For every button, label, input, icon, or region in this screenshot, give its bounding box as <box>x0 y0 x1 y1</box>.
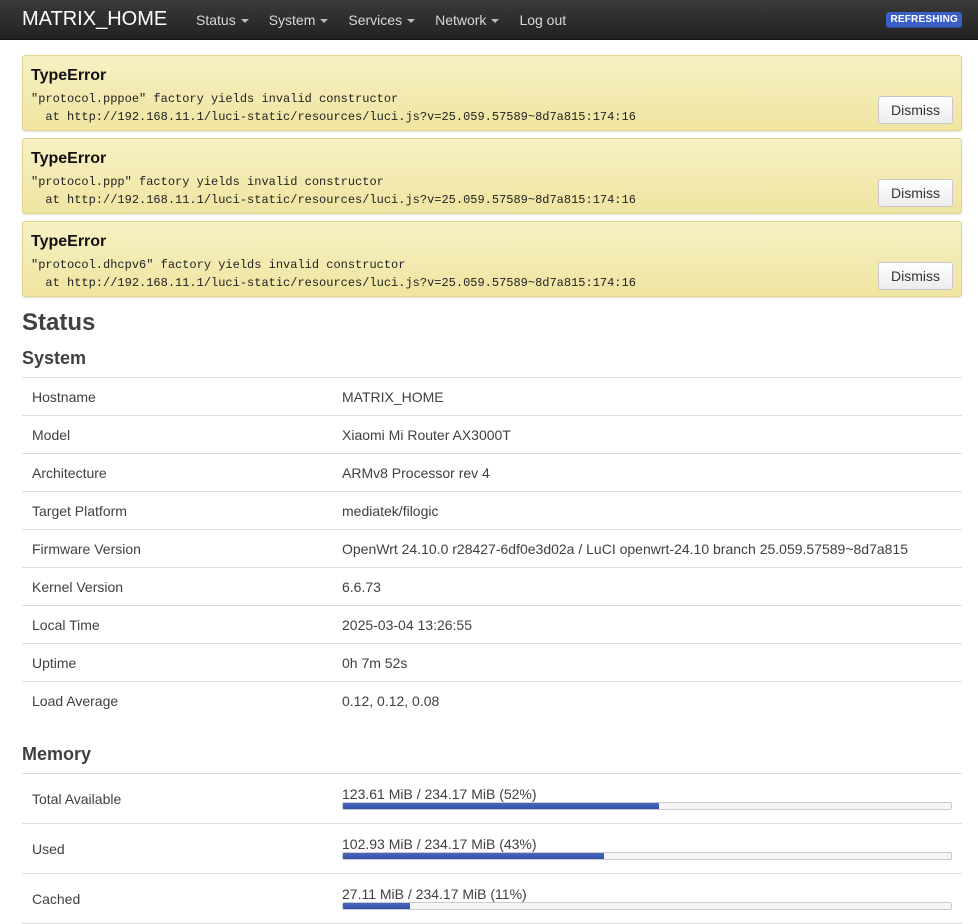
table-row: Uptime 0h 7m 52s <box>22 644 962 682</box>
alert-trace-line: at http://192.168.11.1/luci-static/resou… <box>31 276 636 290</box>
memory-table: Total Available 123.61 MiB / 234.17 MiB … <box>22 773 962 924</box>
row-key: Architecture <box>32 465 107 481</box>
alert-message-line: "protocol.ppp" factory yields invalid co… <box>31 175 384 189</box>
row-key: Model <box>32 427 71 443</box>
menu-network-label: Network <box>435 12 487 28</box>
brand-link[interactable]: MATRIX_HOME <box>22 7 167 31</box>
table-row: Cached 27.11 MiB / 234.17 MiB (11%) <box>22 874 962 924</box>
memory-usage-text: 27.11 MiB / 234.17 MiB (11%) <box>342 886 527 902</box>
menu-services-label: Services <box>348 12 403 28</box>
row-key: Kernel Version <box>32 579 124 595</box>
alert-trace-line: at http://192.168.11.1/luci-static/resou… <box>31 110 636 124</box>
table-row: Model Xiaomi Mi Router AX3000T <box>22 416 962 454</box>
memory-progress-bar <box>342 802 952 810</box>
system-table: Hostname MATRIX_HOME Model Xiaomi Mi Rou… <box>22 377 962 720</box>
main-menu: Status System Services Network Log out <box>186 0 576 40</box>
row-key: Load Average <box>32 693 119 709</box>
table-row: Load Average 0.12, 0.12, 0.08 <box>22 682 962 720</box>
dismiss-button[interactable]: Dismiss <box>878 262 953 290</box>
row-value: mediatek/filogic <box>342 503 439 519</box>
table-row: Kernel Version 6.6.73 <box>22 568 962 606</box>
alert-title: TypeError <box>31 150 107 167</box>
memory-section-title: Memory <box>22 744 92 764</box>
alert-message: "protocol.pppoe" factory yields invalid … <box>31 90 636 126</box>
row-key: Uptime <box>32 655 77 671</box>
dismiss-button[interactable]: Dismiss <box>878 179 953 207</box>
memory-usage-text: 102.93 MiB / 234.17 MiB (43%) <box>342 836 537 852</box>
row-value: 0.12, 0.12, 0.08 <box>342 693 440 709</box>
row-value: Xiaomi Mi Router AX3000T <box>342 427 511 443</box>
table-row: Total Available 123.61 MiB / 234.17 MiB … <box>22 774 962 824</box>
menu-network[interactable]: Network <box>425 0 509 40</box>
row-value: OpenWrt 24.10.0 r28427-6df0e3d02a / LuCI… <box>342 541 909 557</box>
memory-progress-fill <box>343 903 410 909</box>
menu-status[interactable]: Status <box>186 0 259 40</box>
row-value: 0h 7m 52s <box>342 655 408 671</box>
row-key: Target Platform <box>32 503 127 519</box>
alert-message: "protocol.ppp" factory yields invalid co… <box>31 173 636 209</box>
memory-progress-bar <box>342 902 952 910</box>
table-row: Target Platform mediatek/filogic <box>22 492 962 530</box>
menu-system-label: System <box>268 12 316 28</box>
menu-status-label: Status <box>196 12 236 28</box>
memory-usage-text: 123.61 MiB / 234.17 MiB (52%) <box>342 786 537 802</box>
refreshing-badge[interactable]: REFRESHING <box>886 12 962 28</box>
menu-logout[interactable]: Log out <box>509 0 576 40</box>
memory-progress-fill <box>343 853 605 859</box>
row-key: Used <box>32 841 65 857</box>
caret-down-icon <box>407 19 416 23</box>
alert-message-line: "protocol.pppoe" factory yields invalid … <box>31 92 399 106</box>
alert-message-line: "protocol.dhcpv6" factory yields invalid… <box>31 258 406 272</box>
row-value: 2025-03-04 13:26:55 <box>342 617 472 633</box>
row-value: MATRIX_HOME <box>342 389 444 405</box>
dismiss-button[interactable]: Dismiss <box>878 96 953 124</box>
menu-services[interactable]: Services <box>338 0 425 40</box>
alert-title: TypeError <box>31 233 107 250</box>
system-section-title: System <box>22 348 87 368</box>
error-alert: TypeError "protocol.dhcpv6" factory yiel… <box>22 221 962 297</box>
row-key: Hostname <box>32 389 96 405</box>
row-key: Cached <box>32 891 81 907</box>
memory-progress-fill <box>343 803 660 809</box>
table-row: Architecture ARMv8 Processor rev 4 <box>22 454 962 492</box>
memory-progress-bar <box>342 852 952 860</box>
table-row: Firmware Version OpenWrt 24.10.0 r28427-… <box>22 530 962 568</box>
row-key: Total Available <box>32 791 122 807</box>
menu-system[interactable]: System <box>259 0 339 40</box>
table-row: Hostname MATRIX_HOME <box>22 378 962 416</box>
alert-message: "protocol.dhcpv6" factory yields invalid… <box>31 256 636 292</box>
row-value: ARMv8 Processor rev 4 <box>342 465 490 481</box>
caret-down-icon <box>491 19 500 23</box>
table-row: Used 102.93 MiB / 234.17 MiB (43%) <box>22 824 962 874</box>
page-title: Status <box>22 309 96 336</box>
error-alert: TypeError "protocol.ppp" factory yields … <box>22 138 962 214</box>
row-key: Local Time <box>32 617 100 633</box>
row-key: Firmware Version <box>32 541 141 557</box>
error-alert: TypeError "protocol.pppoe" factory yield… <box>22 55 962 131</box>
menu-logout-label: Log out <box>519 12 567 28</box>
alert-title: TypeError <box>31 67 107 84</box>
alert-trace-line: at http://192.168.11.1/luci-static/resou… <box>31 193 636 207</box>
caret-down-icon <box>320 19 329 23</box>
row-value: 6.6.73 <box>342 579 381 595</box>
caret-down-icon <box>240 19 249 23</box>
navbar: MATRIX_HOME Status System Services Netwo… <box>0 0 978 40</box>
table-row: Local Time 2025-03-04 13:26:55 <box>22 606 962 644</box>
